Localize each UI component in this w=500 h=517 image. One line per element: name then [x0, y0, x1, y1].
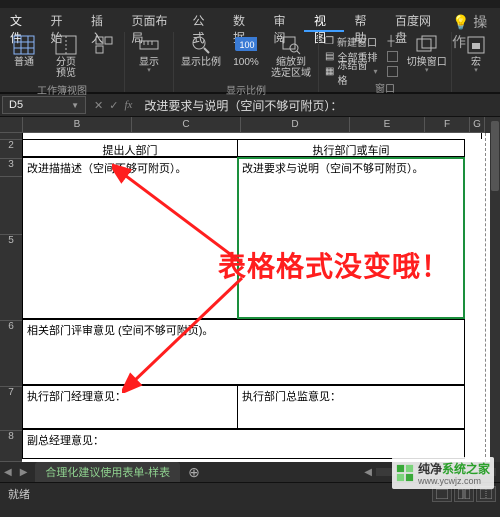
tab-nav-next[interactable]: ▶: [16, 467, 32, 478]
magnifier-icon: [190, 34, 212, 56]
cells-grid[interactable]: 提出人部门 执行部门或车间 改进描描述（空间不够可附页）。 改进要求与说明（空间…: [22, 133, 490, 462]
page-break-line: [485, 133, 486, 462]
switch-window-icon: [416, 34, 438, 56]
ribbon: 普通 分页 预览 工作簿视图 显示 ▾ 显示比例: [0, 32, 500, 93]
sheet-tab-1[interactable]: 合理化建议使用表单-样表: [35, 462, 180, 482]
select-all-corner[interactable]: [0, 117, 23, 133]
cell-hdr-left[interactable]: 提出人部门: [22, 139, 238, 157]
col-header-G[interactable]: G: [470, 117, 485, 133]
cell-mgr-right[interactable]: 执行部门总监意见：: [237, 385, 465, 429]
formula-input[interactable]: 改进要求与说明（空间不够可附页）：: [138, 94, 500, 116]
page-break-icon: [55, 34, 77, 56]
menu-formula[interactable]: 公式: [182, 8, 223, 32]
watermark-logo-icon: [396, 464, 414, 482]
normal-view-button[interactable]: 普通: [4, 32, 44, 70]
unhide-button[interactable]: [385, 64, 400, 79]
menu-bar: 文件 开始 插入 页面布局 公式 数据 审阅 视图 帮助 百度网盘 💡 操作: [0, 8, 500, 32]
zoom-selection-icon: [280, 34, 302, 56]
ruler-icon: [138, 34, 160, 56]
name-box[interactable]: D5 ▼: [2, 96, 86, 114]
row-header-4[interactable]: [0, 177, 23, 235]
watermark: 纯净系统之家 www.ycwjz.com: [392, 457, 494, 489]
hide-button[interactable]: [385, 49, 400, 64]
cell-desc-right[interactable]: 改进要求与说明（空间不够可附页）。: [237, 157, 465, 319]
macros-button[interactable]: 宏 ▾: [456, 32, 496, 76]
chevron-down-icon: ▾: [373, 67, 377, 76]
formula-bar: D5 ▼ ✕ ✓ fx 改进要求与说明（空间不够可附页）：: [0, 93, 500, 117]
zoom-button[interactable]: 显示比例: [178, 32, 224, 70]
row-headers: 2 3 5 6 7 8: [0, 133, 22, 462]
menu-file[interactable]: 文件: [0, 8, 41, 32]
col-header-B[interactable]: B: [23, 117, 132, 133]
cancel-formula-button[interactable]: ✕: [94, 99, 103, 112]
show-button[interactable]: 显示 ▾: [129, 32, 169, 76]
hundred-percent-icon: 100: [235, 34, 257, 56]
tell-me-search[interactable]: 💡 操作: [446, 8, 500, 32]
page-break-preview-button[interactable]: 分页 预览: [46, 32, 86, 81]
status-ready: 就绪: [0, 486, 38, 502]
cell-review[interactable]: 相关部门评审意见 (空间不够可附页)。: [22, 319, 465, 385]
cell-desc-left[interactable]: 改进描描述（空间不够可附页）。: [22, 157, 238, 319]
cell-vp[interactable]: 副总经理意见：: [22, 429, 465, 459]
grid-icon: [13, 34, 35, 56]
cell-hdr-right[interactable]: 执行部门或车间: [237, 139, 465, 157]
checkbox-icon: [387, 66, 398, 77]
svg-text:100: 100: [239, 40, 254, 50]
menu-view[interactable]: 视图: [304, 8, 345, 32]
vertical-scrollbar[interactable]: [490, 117, 500, 462]
split-button[interactable]: ┼: [385, 34, 400, 49]
custom-view-button[interactable]: [88, 32, 120, 59]
enter-formula-button[interactable]: ✓: [109, 99, 118, 112]
freeze-icon: ▦: [325, 66, 334, 77]
chevron-down-icon: ▾: [474, 68, 478, 74]
worksheet-area: B C D E F G 2 3 5 6 7 8 提出人部门: [0, 117, 500, 462]
chevron-down-icon: ▼: [71, 101, 79, 110]
menu-help[interactable]: 帮助: [344, 8, 385, 32]
row-header-3[interactable]: 3: [0, 159, 23, 178]
row-header-2[interactable]: 2: [0, 140, 23, 159]
col-header-C[interactable]: C: [132, 117, 241, 133]
row-header-8[interactable]: 8: [0, 431, 23, 462]
hscroll-left[interactable]: ◀: [360, 467, 376, 478]
row-header-6[interactable]: 6: [0, 321, 23, 387]
zoom-100-button[interactable]: 100 100%: [226, 32, 266, 70]
menu-baidu[interactable]: 百度网盘: [385, 8, 446, 32]
macro-icon: [465, 34, 487, 56]
menu-home[interactable]: 开始: [41, 8, 82, 32]
chevron-down-icon: ▾: [147, 68, 151, 74]
row-header-5[interactable]: 5: [0, 235, 23, 321]
checkbox-icon: [387, 51, 398, 62]
page-layout-icon: [93, 34, 115, 56]
arrange-icon: ▤: [325, 51, 334, 62]
menu-layout[interactable]: 页面布局: [122, 8, 183, 32]
menu-review[interactable]: 审阅: [263, 8, 304, 32]
column-headers: B C D E F G: [0, 117, 490, 133]
col-header-F[interactable]: F: [425, 117, 470, 133]
zoom-to-selection-button[interactable]: 缩放到 选定区域: [268, 32, 314, 81]
tab-nav-prev[interactable]: ◀: [0, 467, 16, 478]
row-header-7[interactable]: 7: [0, 387, 23, 431]
scrollbar-thumb[interactable]: [491, 121, 499, 191]
new-sheet-button[interactable]: ⊕: [180, 464, 208, 481]
new-window-button[interactable]: ❐新建窗口: [323, 34, 379, 49]
cell-mgr-left[interactable]: 执行部门经理意见：: [22, 385, 238, 429]
col-header-E[interactable]: E: [350, 117, 425, 133]
col-header-D[interactable]: D: [241, 117, 350, 133]
chevron-down-icon: ▾: [425, 68, 429, 74]
new-window-icon: ❐: [325, 36, 334, 47]
switch-windows-button[interactable]: 切换窗口 ▾: [406, 32, 447, 76]
menu-data[interactable]: 数据: [223, 8, 264, 32]
split-icon: ┼: [387, 36, 394, 47]
freeze-panes-button[interactable]: ▦冻结窗格▾: [323, 64, 379, 79]
menu-insert[interactable]: 插入: [81, 8, 122, 32]
insert-function-button[interactable]: fx: [124, 99, 132, 111]
